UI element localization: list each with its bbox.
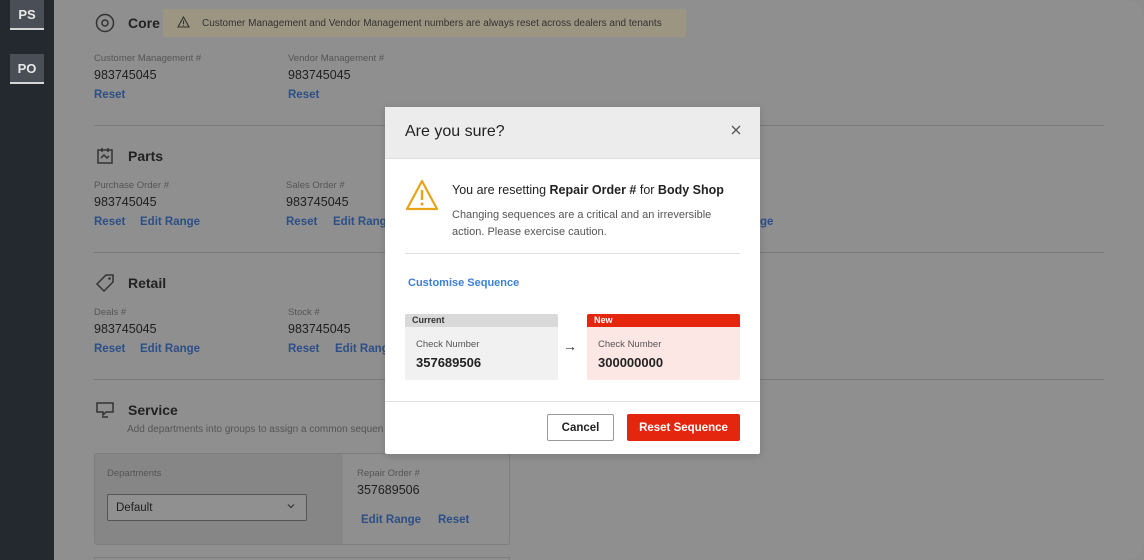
purchase-order-label: Purchase Order #: [94, 180, 169, 191]
current-check-number-value: 357689506: [416, 355, 482, 370]
sales-order-reset-link[interactable]: Reset: [286, 216, 317, 228]
departments-label: Departments: [107, 468, 162, 479]
third-edit-range-link[interactable]: ge: [760, 216, 773, 228]
reset-sequence-button[interactable]: Reset Sequence: [627, 414, 740, 441]
warning-triangle-icon: [405, 179, 439, 211]
banner-text: Customer Management and Vendor Managemen…: [202, 17, 662, 29]
deals-reset-link[interactable]: Reset: [94, 343, 125, 355]
left-rail: PS PO: [0, 0, 54, 560]
deals-label: Deals #: [94, 307, 127, 318]
arrow-right-icon: →: [563, 338, 577, 354]
repair-order-value: 357689506: [357, 483, 420, 497]
dialog-title: Are you sure?: [405, 123, 505, 140]
tag-icon: [94, 272, 116, 294]
deals-edit-range-link[interactable]: Edit Range: [140, 343, 200, 355]
vendor-management-label: Vendor Management #: [288, 53, 385, 64]
customer-management-value: 983745045: [94, 68, 157, 82]
warning-icon: [177, 15, 190, 31]
customise-sequence-link[interactable]: Customise Sequence: [408, 277, 519, 289]
field-name: Repair Order #: [549, 183, 637, 197]
current-sequence-card: Current Check Number 357689506: [405, 314, 558, 380]
chevron-down-icon: [286, 501, 296, 514]
dialog-message: You are resetting Repair Order # for Bod…: [452, 183, 724, 197]
current-check-number-label: Check Number: [416, 339, 480, 350]
deals-value: 983745045: [94, 322, 157, 336]
parts-icon: [94, 145, 116, 167]
parts-title-label: Parts: [128, 148, 164, 164]
purchase-order-reset-link[interactable]: Reset: [94, 216, 125, 228]
dialog-divider: [405, 253, 740, 254]
customer-management-reset-link[interactable]: Reset: [94, 89, 125, 101]
dialog-footer: Cancel Reset Sequence: [385, 401, 760, 454]
vendor-management-value: 983745045: [288, 68, 351, 82]
stock-label: Stock #: [288, 307, 320, 318]
service-subtitle: Add departments into groups to assign a …: [127, 424, 384, 435]
purchase-order-edit-range-link[interactable]: Edit Range: [140, 216, 200, 228]
service-title-label: Service: [128, 402, 178, 418]
repair-order-label: Repair Order #: [357, 468, 420, 479]
departments-select-value: Default: [116, 501, 153, 514]
departments-select[interactable]: Default: [107, 494, 307, 521]
retail-title-label: Retail: [128, 275, 167, 291]
sales-order-label: Sales Order #: [286, 180, 345, 191]
customer-management-label: Customer Management #: [94, 53, 202, 64]
department-name: Body Shop: [657, 183, 724, 197]
section-parts-title: Parts: [94, 145, 163, 167]
new-check-number-value: 300000000: [598, 355, 664, 370]
stock-value: 983745045: [288, 322, 351, 336]
close-icon[interactable]: [728, 123, 744, 141]
vendor-management-reset-link[interactable]: Reset: [288, 89, 319, 101]
new-check-number-label: Check Number: [598, 339, 662, 350]
current-tag: Current: [405, 314, 558, 327]
cancel-button[interactable]: Cancel: [547, 414, 614, 441]
core-icon: [94, 12, 116, 34]
new-tag: New: [587, 314, 740, 327]
section-service-title: Service: [94, 399, 178, 421]
confirm-reset-dialog: Are you sure? You are resetting Repair O…: [385, 107, 760, 454]
repair-order-reset-link[interactable]: Reset: [438, 514, 469, 526]
stock-reset-link[interactable]: Reset: [288, 343, 319, 355]
section-core-title: Core: [94, 12, 160, 34]
rail-item-ps[interactable]: PS: [10, 0, 44, 30]
core-info-banner: Customer Management and Vendor Managemen…: [163, 9, 686, 37]
sales-order-value: 983745045: [286, 195, 349, 209]
rail-item-po[interactable]: PO: [10, 54, 44, 84]
new-sequence-card: New Check Number 300000000: [587, 314, 740, 380]
repair-order-edit-range-link[interactable]: Edit Range: [361, 514, 421, 526]
purchase-order-value: 983745045: [94, 195, 157, 209]
service-icon: [94, 399, 116, 421]
core-title-label: Core: [128, 15, 160, 31]
section-retail-title: Retail: [94, 272, 166, 294]
dialog-header: Are you sure?: [385, 107, 760, 159]
dialog-caution-text: Changing sequences are a critical and an…: [452, 209, 712, 238]
